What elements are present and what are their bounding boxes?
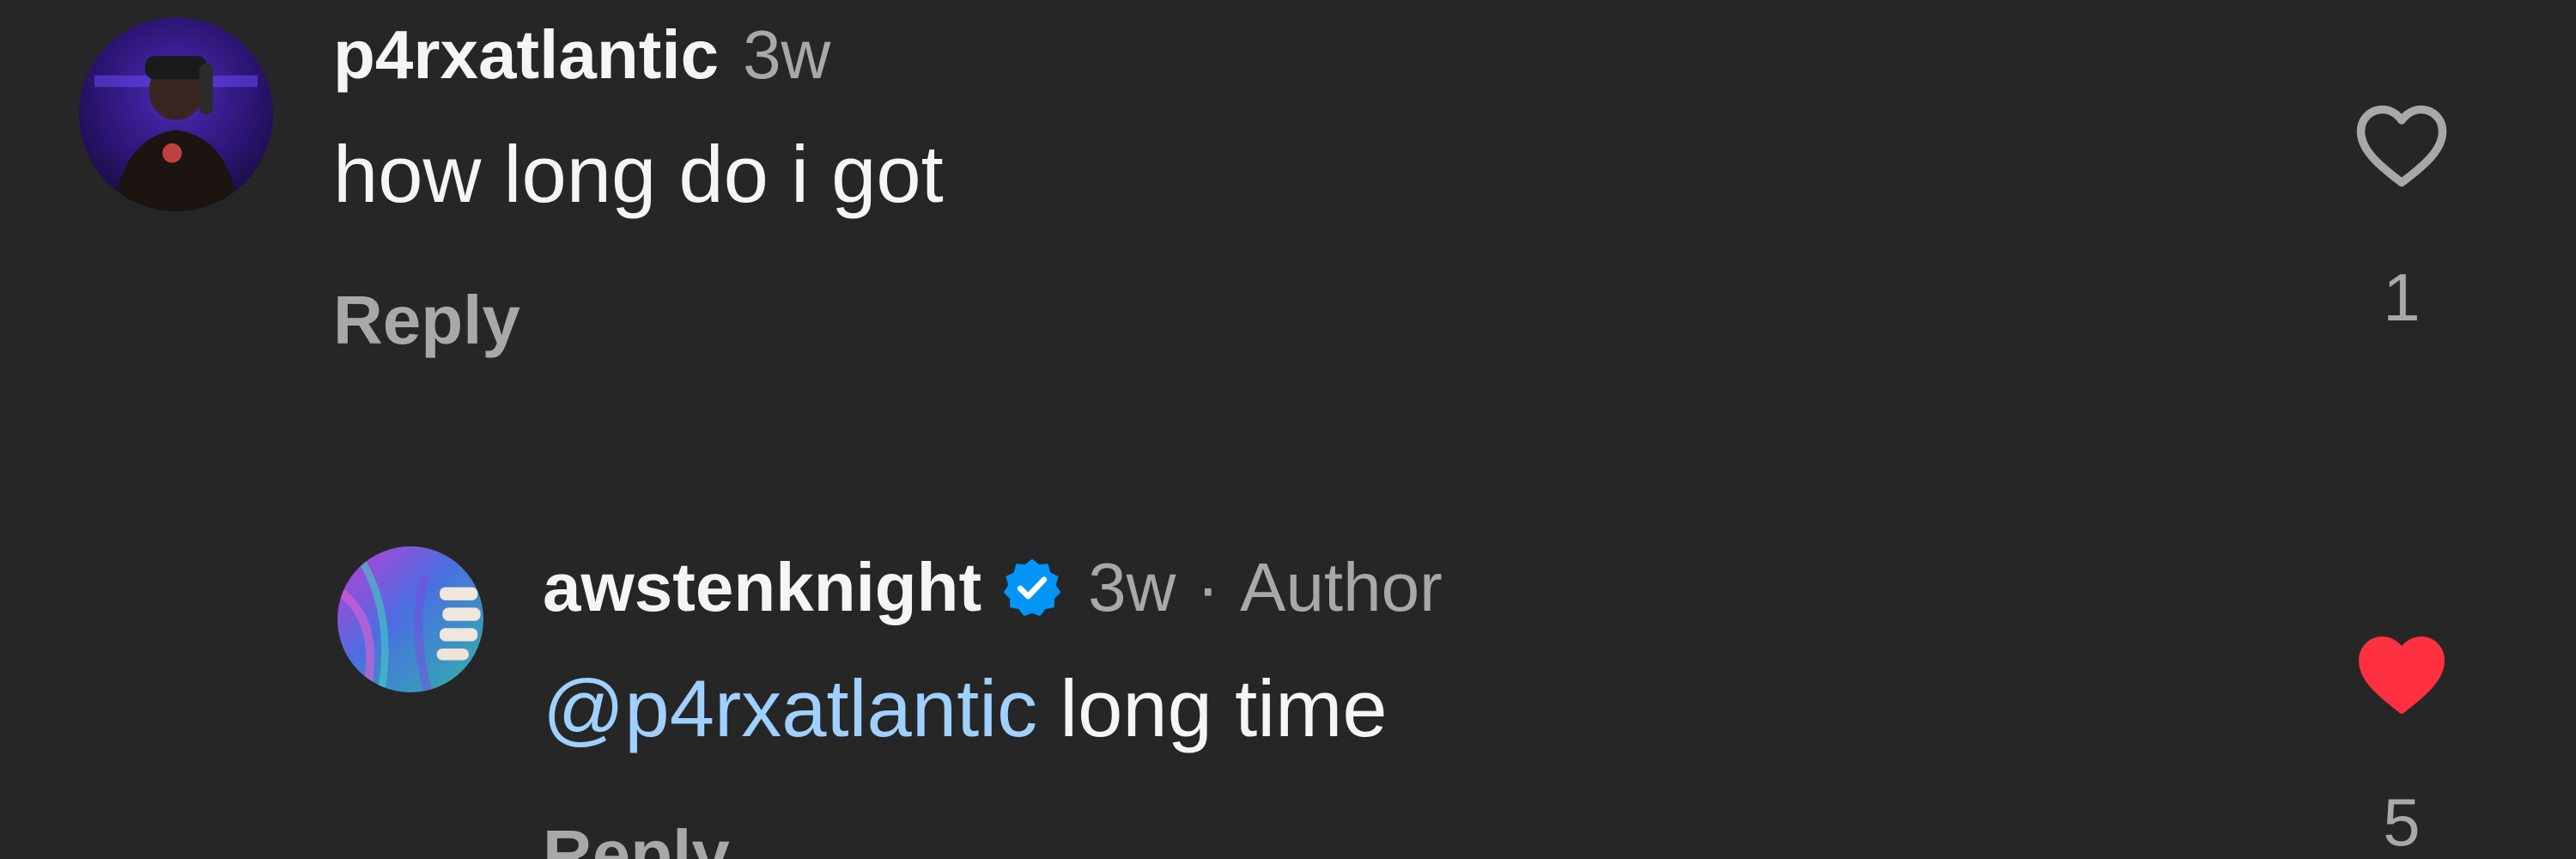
like-button[interactable] (2350, 94, 2453, 198)
user-avatar-photo-icon (79, 17, 273, 211)
verified-badge-icon (1000, 556, 1064, 619)
reply-header: awstenknight 3w · Author (543, 553, 1443, 622)
user-avatar-photo-icon (337, 546, 483, 692)
avatar[interactable] (79, 17, 273, 211)
comment-username[interactable]: p4rxatlantic (333, 21, 719, 89)
reply-username[interactable]: awstenknight (543, 553, 981, 622)
reply-text-body: long time (1037, 663, 1388, 753)
separator-dot: · (1196, 549, 1220, 625)
comment-header: p4rxatlantic 3w (333, 21, 830, 89)
comment-timestamp: 3w (743, 16, 831, 93)
reply-text: @p4rxatlantic long time (543, 668, 1388, 749)
author-label: Author (1240, 549, 1443, 625)
mention-link[interactable]: @p4rxatlantic (543, 663, 1037, 753)
reply-timestamp: 3w (1088, 549, 1176, 625)
reply-button[interactable]: Reply (333, 286, 520, 355)
avatar[interactable] (337, 546, 483, 692)
heart-outline-icon (2356, 105, 2447, 187)
comment-text: how long do i got (333, 129, 944, 219)
like-count: 1 (2383, 259, 2421, 335)
like-count: 5 (2383, 784, 2421, 859)
heart-filled-icon (2359, 637, 2445, 714)
reply-button[interactable]: Reply (543, 820, 730, 859)
like-button[interactable] (2350, 624, 2453, 727)
